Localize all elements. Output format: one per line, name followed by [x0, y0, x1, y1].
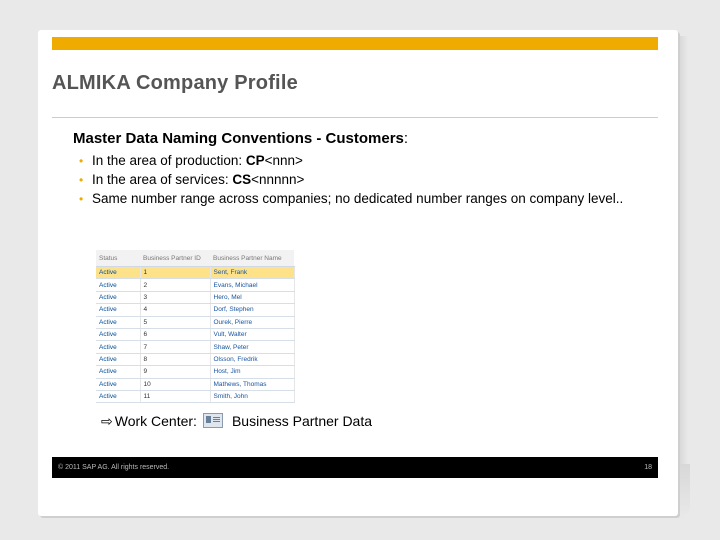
bullet-dot-icon: • [79, 192, 84, 206]
bullet-text: In the area of production: [92, 153, 246, 168]
copyright-text: © 2011 SAP AG. All rights reserved. [58, 464, 170, 471]
table-row[interactable]: Active 4 Dorf, Stephen [96, 303, 295, 317]
slide-title: ALMIKA Company Profile [52, 72, 298, 94]
cell-status: Active [96, 303, 141, 317]
cell-status: Active [96, 378, 141, 391]
bullet-dot-icon: • [79, 154, 84, 168]
arrow-right-icon: ⇨ [101, 413, 113, 429]
section-heading: Master Data Naming Conventions - Custome… [73, 130, 408, 147]
section-heading-colon: : [403, 130, 409, 147]
table-row[interactable]: Active 10 Mathews, Thomas [96, 378, 295, 391]
cell-bp-id: 10 [140, 378, 211, 391]
bullet-code-pattern: <nnn> [264, 153, 303, 168]
cell-bp-name: Mathews, Thomas [210, 378, 295, 391]
cell-status: Active [96, 266, 141, 280]
cell-status: Active [96, 278, 141, 292]
bullet-text: Same number range across companies; no d… [92, 191, 624, 206]
cell-bp-name: Vult, Walter [210, 328, 295, 342]
cell-bp-name: Evans, Michael [210, 278, 295, 292]
cell-status: Active [96, 291, 141, 305]
accent-bar [52, 37, 658, 50]
cell-bp-id: 2 [140, 278, 211, 292]
page-number: 18 [644, 464, 652, 471]
bullet-item: • In the area of production: CP<nnn> [79, 152, 639, 170]
cell-status: Active [96, 328, 141, 342]
title-divider [52, 117, 658, 118]
bullet-list: • In the area of production: CP<nnn> • In t… [79, 152, 639, 209]
cell-status: Active [96, 365, 141, 379]
table-row[interactable]: Active 7 Shaw, Peter [96, 340, 295, 354]
bullet-code-prefix: CP [245, 153, 265, 168]
business-partner-table: Status Business Partner ID Business Part… [96, 250, 295, 404]
work-center-label: Work Center: [114, 413, 197, 429]
section-heading-bold: Master Data Naming Conventions - Custome… [73, 130, 404, 147]
table-row[interactable]: Active 1 Sent, Frank [96, 266, 295, 280]
table-row[interactable]: Active 5 Ourek, Pierre [96, 316, 295, 329]
table-row[interactable]: Active 11 Smith, John [96, 390, 295, 404]
cell-bp-name: Host, Jim [210, 365, 295, 379]
cell-bp-id: 5 [140, 316, 211, 329]
table-row[interactable]: Active 9 Host, Jim [96, 365, 295, 379]
cell-bp-name: Smith, John [210, 390, 295, 404]
column-header-bp-name[interactable]: Business Partner Name [210, 250, 294, 267]
cell-bp-id: 3 [140, 291, 211, 305]
cell-bp-id: 6 [140, 328, 211, 342]
cell-bp-id: 1 [140, 266, 211, 280]
table-row[interactable]: Active 8 Olsson, Fredrik [96, 353, 295, 367]
table-header-row: Status Business Partner ID Business Part… [96, 250, 294, 267]
business-partner-icon [202, 412, 223, 428]
bullet-code-prefix: CS [232, 172, 252, 187]
cell-bp-name: Sent, Frank [210, 266, 295, 280]
cell-status: Active [96, 390, 141, 404]
cell-bp-name: Shaw, Peter [210, 340, 295, 354]
bullet-item: • In the area of services: CS<nnnnn> [79, 171, 639, 189]
cell-bp-name: Ourek, Pierre [210, 316, 295, 329]
cell-bp-name: Hero, Mel [210, 291, 295, 305]
bullet-text: In the area of services: [92, 172, 233, 187]
cell-bp-name: Olsson, Fredrik [210, 353, 295, 367]
cell-status: Active [96, 353, 141, 367]
cell-bp-id: 7 [140, 340, 211, 354]
cell-bp-id: 11 [140, 390, 211, 404]
cell-bp-id: 4 [140, 303, 211, 317]
bullet-dot-icon: • [79, 173, 84, 187]
table-row[interactable]: Active 2 Evans, Michael [96, 278, 295, 292]
cell-bp-id: 9 [140, 365, 211, 379]
footer-bar: © 2011 SAP AG. All rights reserved. 18 [52, 457, 658, 478]
cell-status: Active [96, 340, 141, 354]
cell-bp-name: Dorf, Stephen [210, 303, 295, 317]
cell-status: Active [96, 316, 141, 329]
table-row[interactable]: Active 6 Vult, Walter [96, 328, 295, 342]
cell-bp-id: 8 [140, 353, 211, 367]
bullet-item: • Same number range across companies; no … [79, 190, 639, 208]
column-header-status[interactable]: Status [96, 250, 140, 267]
bullet-code-pattern: <nnnnn> [251, 172, 305, 187]
work-center-line: ⇨ Work Center: Business Partner Data [101, 412, 373, 430]
column-header-bp-id[interactable]: Business Partner ID [140, 250, 210, 267]
table-row[interactable]: Active 3 Hero, Mel [96, 291, 295, 305]
work-center-name: Business Partner Data [231, 413, 373, 429]
